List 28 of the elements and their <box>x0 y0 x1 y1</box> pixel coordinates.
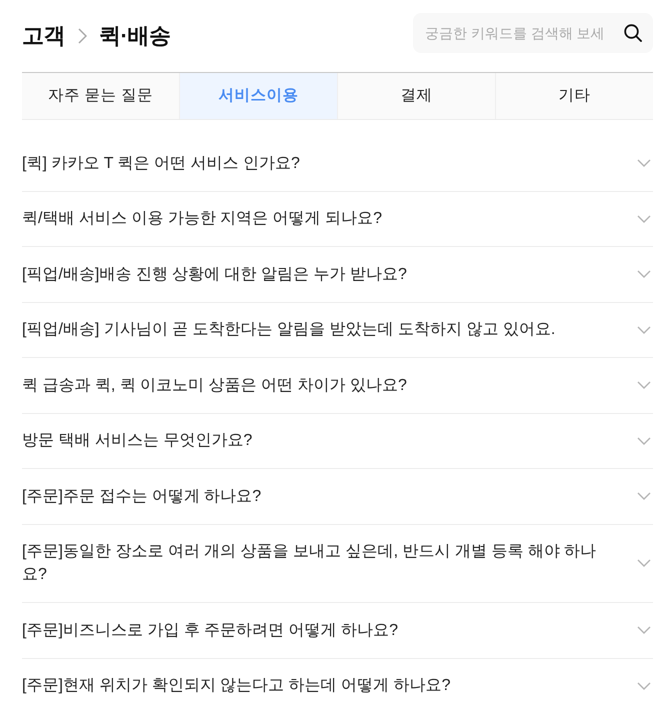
faq-item[interactable]: 퀵/택배 서비스 이용 가능한 지역은 어떻게 되나요? <box>22 192 653 247</box>
search-icon[interactable] <box>624 24 642 42</box>
faq-item[interactable]: [픽업/배송]배송 진행 상황에 대한 알림은 누가 받나요? <box>22 247 653 302</box>
faq-item[interactable]: [픽업/배송] 기사님이 곧 도착한다는 알림을 받았는데 도착하지 않고 있어요. <box>22 302 653 358</box>
category-tab[interactable]: 자주 묻는 질문 <box>22 73 180 119</box>
faq-question: 퀵 급송과 퀵, 퀵 이코노미 상품은 어떤 차이가 있나요? <box>22 376 407 396</box>
faq-question: [주문]비즈니스로 가입 후 주문하려면 어떻게 하나요? <box>22 620 398 641</box>
page-title: 퀵·배송 <box>99 22 170 50</box>
chevron-right-icon <box>78 28 87 44</box>
faq-item[interactable]: [퀵] 카카오 T 퀵은 어떤 서비스 인가요? <box>22 136 653 192</box>
faq-question: 퀵/택배 서비스 이용 가능한 지역은 어떻게 되나요? <box>22 209 382 230</box>
faq-question: [주문]주문 접수는 어떻게 하나요? <box>22 486 262 507</box>
category-tab[interactable]: 결제 <box>338 73 496 119</box>
faq-item[interactable]: [주문]현재 위치가 확인되지 않는다고 하는데 어떻게 하나요? <box>22 658 653 702</box>
breadcrumb-link[interactable]: 고객 <box>22 22 65 50</box>
faq-question: 방문 택배 서비스는 무엇인가요? <box>22 431 252 452</box>
faq-question: [퀵] 카카오 T 퀵은 어떤 서비스 인가요? <box>22 154 300 174</box>
faq-item[interactable]: 방문 택배 서비스는 무엇인가요? <box>22 414 653 469</box>
faq-question: [픽업/배송] 기사님이 곧 도착한다는 알림을 받았는데 도착하지 않고 있어요. <box>22 320 556 340</box>
faq-item[interactable]: [주문]비즈니스로 가입 후 주문하려면 어떻게 하나요? <box>22 603 653 658</box>
faq-item[interactable]: 퀵 급송과 퀵, 퀵 이코노미 상품은 어떤 차이가 있나요? <box>22 358 653 414</box>
faq-item[interactable]: [주문]동일한 장소로 여러 개의 상품을 보내고 싶은데, 반드시 개별 등록 해야 하나요? <box>22 524 653 603</box>
search-field[interactable]: 궁금한 키워드를 검색해 보세 <box>413 13 653 53</box>
faq-item[interactable]: [주문]주문 접수는 어떻게 하나요? <box>22 469 653 524</box>
category-tab[interactable]: 기타 <box>496 73 653 119</box>
faq-question: [픽업/배송]배송 진행 상황에 대한 알림은 누가 받나요? <box>22 264 407 285</box>
faq-question: [주문]동일한 장소로 여러 개의 상품을 보내고 싶은데, 반드시 개별 등록 해야 하나요? <box>22 542 598 586</box>
faq-question: [주문]현재 위치가 확인되지 않는다고 하는데 어떻게 하나요? <box>22 676 450 696</box>
